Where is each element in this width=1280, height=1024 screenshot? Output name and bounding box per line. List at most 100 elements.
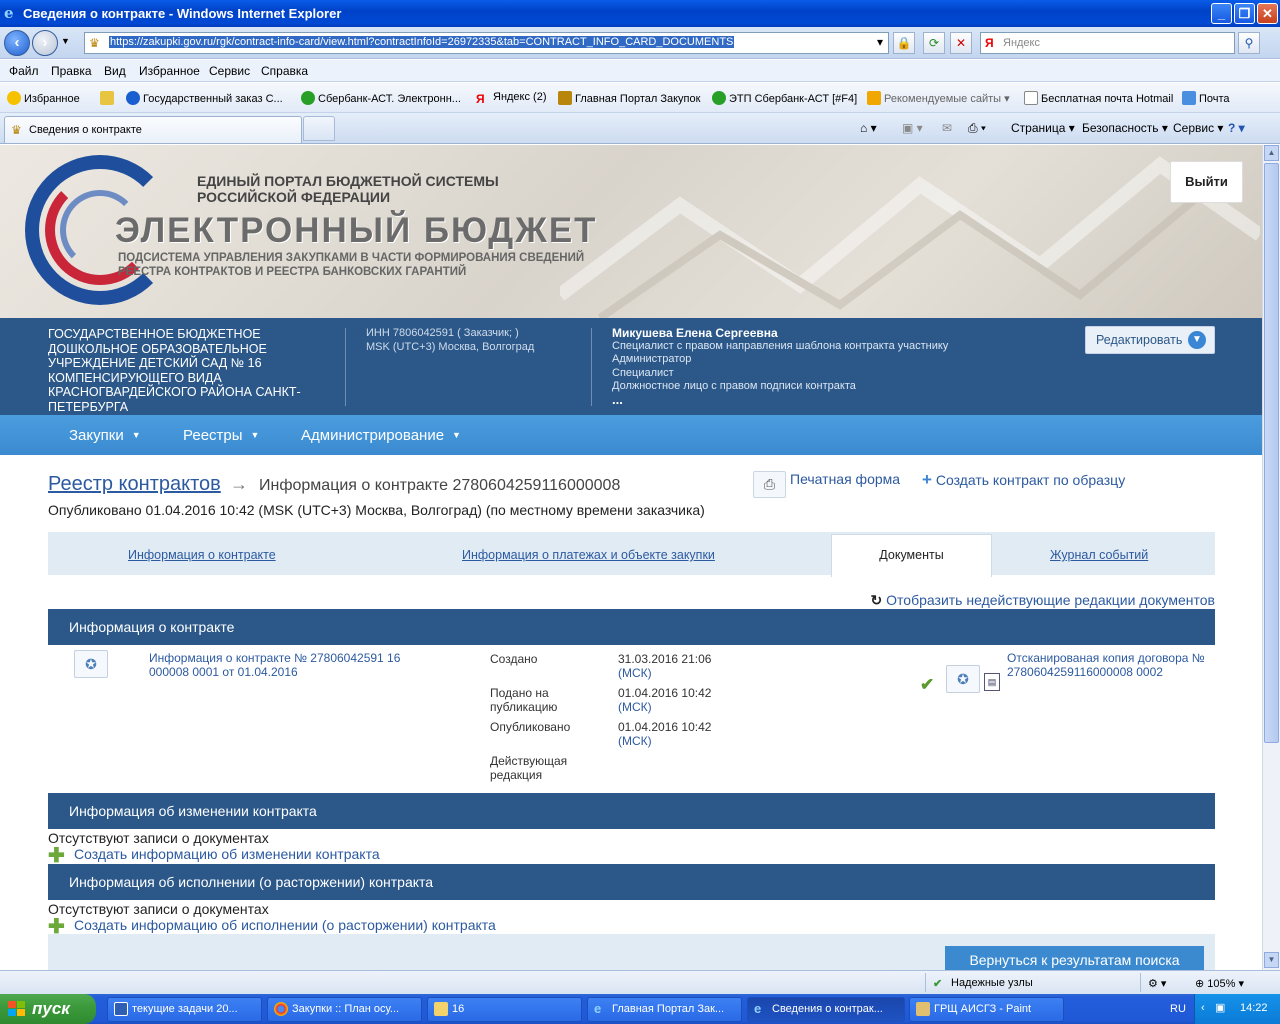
org-band: ГОСУДАРСТВЕННОЕ БЮДЖЕТНОЕ ДОШКОЛЬНОЕ ОБР… bbox=[0, 318, 1262, 415]
portal-title: ЕДИНЫЙ ПОРТАЛ БЮДЖЕТНОЙ СИСТЕМЫ РОССИЙСК… bbox=[197, 173, 499, 205]
back-button[interactable]: ‹ bbox=[4, 30, 30, 56]
contract-info-doc-link[interactable]: Информация о контракте № 27806042591 16 … bbox=[149, 651, 439, 679]
tab-contract-info[interactable]: Информация о контракте bbox=[128, 548, 276, 562]
zoom-level[interactable]: ⊕ 105% ▾ bbox=[1195, 977, 1244, 990]
meta-value: 01.04.2016 10:42 (МСК) bbox=[618, 720, 712, 748]
add-favorite-icon[interactable] bbox=[100, 91, 117, 105]
refresh-icon: ↻ bbox=[870, 592, 883, 608]
scanned-copy-link[interactable]: Отсканированая копия договора № 27806042… bbox=[1007, 651, 1207, 679]
security-zone[interactable]: Надежные узлы bbox=[951, 977, 1033, 989]
print-icon[interactable]: ⎙ ▾ bbox=[968, 121, 986, 136]
help-icon[interactable]: ? ▾ bbox=[1228, 121, 1245, 135]
scroll-down-icon[interactable]: ▼ bbox=[1264, 952, 1279, 968]
fav-item-yandex[interactable]: Я Яндекс (2) bbox=[476, 91, 547, 106]
nav-registries[interactable]: Реестры ▼ bbox=[183, 427, 259, 444]
task-word[interactable]: текущие задачи 20... bbox=[107, 997, 262, 1022]
fav-item-goszakaz[interactable]: Государственный заказ С... bbox=[126, 91, 283, 105]
refresh-icon[interactable]: ⟳ bbox=[923, 32, 945, 54]
tab-documents[interactable]: Документы bbox=[831, 534, 992, 577]
start-button[interactable]: пуск bbox=[0, 994, 96, 1024]
fav-item-hotmail[interactable]: Бесплатная почта Hotmail bbox=[1024, 91, 1173, 105]
language-indicator[interactable]: RU bbox=[1170, 1003, 1186, 1015]
org-name: ГОСУДАРСТВЕННОЕ БЮДЖЕТНОЕ ДОШКОЛЬНОЕ ОБР… bbox=[48, 327, 301, 414]
empty-records-text: Отсутствуют записи о документах bbox=[48, 901, 269, 917]
menu-edit[interactable]: Правка bbox=[51, 64, 92, 78]
new-tab-button[interactable] bbox=[303, 116, 335, 141]
fav-item-etp-sber[interactable]: ЭТП Сбербанк-АСТ [#F4] bbox=[712, 91, 857, 105]
address-bar[interactable]: ♛ https://zakupki.gov.ru/rgk/contract-in… bbox=[84, 32, 889, 54]
forward-button[interactable]: › bbox=[32, 30, 58, 56]
maximize-button[interactable]: ❐ bbox=[1234, 3, 1255, 24]
logout-button[interactable]: Выйти bbox=[1170, 161, 1243, 203]
fav-item-sberbank-ast[interactable]: Сбербанк-АСТ. Электронн... bbox=[301, 91, 461, 105]
yandex-fav-icon: Я bbox=[476, 92, 485, 106]
read-mail-icon[interactable]: ✉ bbox=[942, 121, 952, 135]
close-window-button[interactable]: ✕ bbox=[1257, 3, 1278, 24]
history-dropdown-icon[interactable]: ▼ bbox=[61, 36, 70, 46]
lock-icon[interactable]: 🔒 bbox=[893, 32, 915, 54]
scroll-thumb[interactable] bbox=[1264, 163, 1279, 743]
back-to-results-button[interactable]: Вернуться к результатам поиска bbox=[945, 946, 1204, 970]
portal-brand: ЭЛЕКТРОННЫЙ БЮДЖЕТ bbox=[115, 211, 598, 250]
section-contract-info: Информация о контракте bbox=[48, 609, 1215, 645]
scroll-up-icon[interactable]: ▲ bbox=[1264, 145, 1279, 161]
nav-administration[interactable]: Администрирование ▼ bbox=[301, 427, 461, 444]
document-icon[interactable]: ▤ bbox=[984, 673, 1000, 691]
tab-payments[interactable]: Информация о платежах и объекте закупки bbox=[462, 548, 715, 562]
menu-file[interactable]: Файл bbox=[9, 64, 39, 78]
minimize-button[interactable]: _ bbox=[1211, 3, 1232, 24]
browser-tab-active[interactable]: ♛ Сведения о контракте bbox=[4, 116, 302, 143]
system-tray: ‹ ▣ 14:22 bbox=[1194, 994, 1280, 1024]
feeds-icon[interactable]: ▣ ▾ bbox=[902, 121, 923, 135]
certificate-icon[interactable]: ✪ bbox=[946, 665, 980, 693]
checkmark-icon: ✔ bbox=[933, 978, 943, 990]
more-roles-link[interactable]: ... bbox=[612, 393, 948, 406]
task-folder[interactable]: 16 bbox=[427, 997, 582, 1022]
task-chrome[interactable]: Закупки :: План осу... bbox=[267, 997, 422, 1022]
tools-menu[interactable]: Сервис ▾ bbox=[1173, 121, 1223, 135]
breadcrumb-arrow-icon: → bbox=[230, 474, 248, 494]
tab-event-log[interactable]: Журнал событий bbox=[1050, 548, 1148, 562]
task-paint[interactable]: ГРЩ АИСГЗ - Paint bbox=[909, 997, 1064, 1022]
vertical-scrollbar[interactable]: ▲ ▼ bbox=[1262, 145, 1280, 970]
page-menu[interactable]: Страница ▾ bbox=[1011, 121, 1075, 135]
home-icon[interactable]: ⌂ ▾ bbox=[860, 121, 877, 135]
user-role: Должностное лицо с правом подписи контра… bbox=[612, 379, 856, 392]
portal-subtitle: ПОДСИСТЕМА УПРАВЛЕНИЯ ЗАКУПКАМИ В ЧАСТИ … bbox=[118, 252, 585, 278]
menu-view[interactable]: Вид bbox=[104, 64, 126, 78]
address-dropdown-icon[interactable]: ▾ bbox=[872, 32, 888, 54]
task-ie-contract[interactable]: e Сведения о контрак... bbox=[747, 997, 905, 1022]
plus-icon: + bbox=[922, 470, 932, 489]
browser-tab-label: Сведения о контракте bbox=[29, 124, 142, 136]
caret-down-icon: ▼ bbox=[250, 430, 260, 440]
create-contract-by-template-link[interactable]: + Создать контракт по образцу bbox=[922, 470, 1125, 490]
create-change-info-link[interactable]: ✚ Создать информацию об изменении контрак… bbox=[48, 846, 380, 866]
show-inactive-link[interactable]: ↻ Отобразить недействующие редакции доку… bbox=[871, 592, 1215, 609]
protected-mode-icon[interactable]: ⚙ ▾ bbox=[1148, 977, 1166, 990]
security-menu[interactable]: Безопасность ▾ bbox=[1082, 121, 1168, 135]
task-ie-portal[interactable]: e Главная Портал Зак... bbox=[587, 997, 742, 1022]
clock[interactable]: 14:22 bbox=[1240, 1002, 1268, 1014]
fav-item-recommended[interactable]: Рекомендуемые сайты ▾ bbox=[867, 91, 1010, 105]
menu-bar: Файл Правка Вид Избранное Сервис Справка bbox=[0, 60, 1280, 82]
search-go-icon[interactable]: ⚲ bbox=[1238, 32, 1260, 54]
globe-icon bbox=[126, 91, 140, 105]
network-icon[interactable]: ▣ bbox=[1215, 1001, 1225, 1014]
menu-help[interactable]: Справка bbox=[261, 64, 308, 78]
nav-purchases[interactable]: Закупки ▼ bbox=[69, 427, 141, 444]
favorites-button[interactable]: Избранное bbox=[7, 91, 80, 105]
tray-arrow-icon[interactable]: ‹ bbox=[1201, 1002, 1205, 1014]
print-form-link[interactable]: Печатная форма bbox=[790, 471, 900, 487]
stop-icon[interactable]: ✕ bbox=[950, 32, 972, 54]
breadcrumb-contract-registry[interactable]: Реестр контрактов bbox=[48, 473, 221, 496]
menu-tools[interactable]: Сервис bbox=[209, 64, 250, 78]
edit-profile-button[interactable]: Редактировать ▼ bbox=[1085, 326, 1215, 354]
certificate-icon[interactable]: ✪ bbox=[74, 650, 108, 678]
sber-icon bbox=[301, 91, 315, 105]
menu-favorites[interactable]: Избранное bbox=[139, 64, 200, 78]
search-box[interactable]: Я Яндекс bbox=[980, 32, 1235, 54]
address-url[interactable]: https://zakupki.gov.ru/rgk/contract-info… bbox=[109, 36, 735, 48]
fav-item-mail[interactable]: Почта bbox=[1182, 91, 1230, 105]
fav-item-zakupki-portal[interactable]: Главная Портал Закупок bbox=[558, 91, 700, 105]
print-form-button[interactable]: ⎙ bbox=[753, 471, 786, 498]
